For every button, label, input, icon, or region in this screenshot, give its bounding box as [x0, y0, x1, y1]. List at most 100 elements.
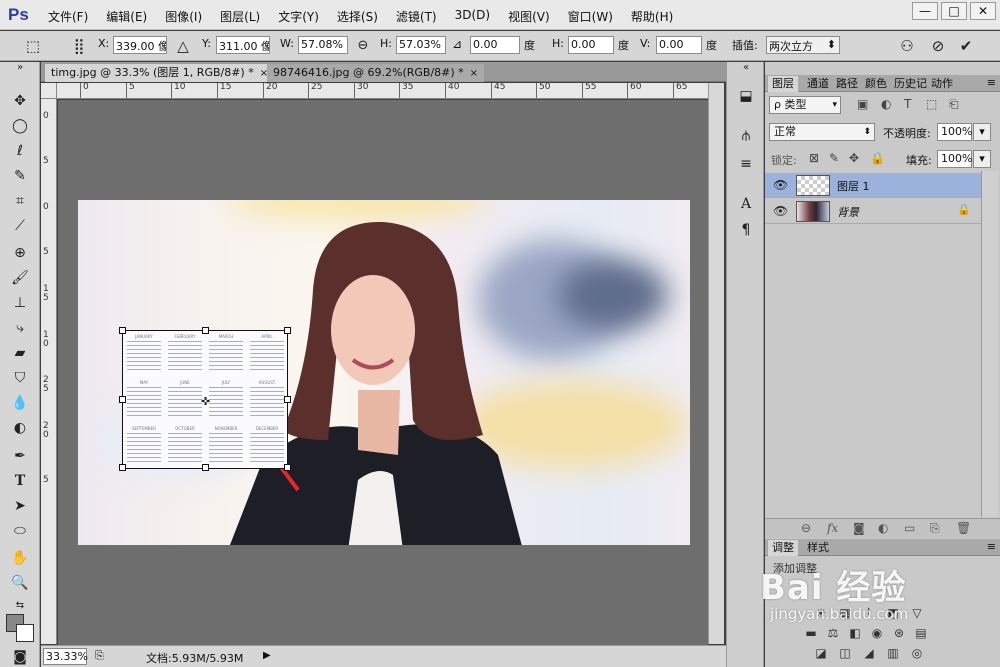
posterize-icon[interactable]: ◫	[837, 646, 853, 660]
interpolation-select[interactable]: 两次立方 ⬍	[766, 36, 840, 54]
transform-handle-bottom-right[interactable]	[284, 464, 291, 471]
shape-tool-icon[interactable]: ⬭	[8, 520, 32, 542]
filter-shape-icon[interactable]: ⬚	[926, 97, 937, 111]
crop-tool-icon[interactable]: ⌗	[8, 190, 32, 212]
transform-center-icon[interactable]: ✜	[201, 395, 210, 408]
paint-bucket-icon[interactable]: ⛉	[8, 367, 32, 389]
transform-handle-right[interactable]	[284, 396, 291, 403]
fill-input[interactable]: 100%	[937, 150, 972, 168]
path-select-icon[interactable]: ➤	[8, 495, 32, 517]
lock-transparency-icon[interactable]: ⊠	[809, 151, 819, 165]
color-balance-icon[interactable]: ⚖	[825, 626, 841, 640]
vskew-input[interactable]: 0.00	[656, 36, 702, 54]
y-position-input[interactable]: 311.00 像	[216, 36, 270, 54]
transform-handle-bottom[interactable]	[202, 464, 209, 471]
tab-adjustments[interactable]: 调整	[768, 540, 798, 556]
hskew-input[interactable]: 0.00	[568, 36, 614, 54]
canvas-scrollbar[interactable]	[708, 83, 724, 644]
opacity-input[interactable]: 100%	[937, 123, 972, 141]
visibility-eye-icon[interactable]: 👁	[773, 204, 788, 218]
tab-close-icon[interactable]: ×	[470, 68, 478, 79]
stamp-tool-icon[interactable]: ⊥	[8, 292, 32, 314]
adjustment-layer-icon[interactable]: ◐	[878, 521, 888, 535]
menu-file[interactable]: 文件(F)	[48, 8, 88, 25]
tab-layers[interactable]: 图层	[768, 76, 798, 92]
layer-name[interactable]: 背景	[837, 204, 859, 220]
calendar-layer[interactable]: JANUARY FEBRUARY MARCH APRIL MAY JUNE JU…	[119, 327, 291, 471]
tab-paths[interactable]: 路径	[832, 76, 862, 92]
transform-handle-left[interactable]	[119, 396, 126, 403]
transform-handle-top-left[interactable]	[119, 327, 126, 334]
delta-icon[interactable]: △	[172, 36, 194, 56]
pen-tool-icon[interactable]: ✒	[8, 445, 32, 467]
panel-menu-icon[interactable]: ≡	[987, 76, 996, 89]
close-button[interactable]: ✕	[970, 2, 996, 20]
commit-transform-icon[interactable]: ✔	[955, 36, 977, 56]
color-lookup-icon[interactable]: ▤	[913, 626, 929, 640]
dodge-tool-icon[interactable]: ◐	[8, 417, 32, 439]
minimize-button[interactable]: —	[912, 2, 938, 20]
menu-select[interactable]: 选择(S)	[337, 8, 378, 25]
menu-3d[interactable]: 3D(D)	[455, 8, 490, 25]
maximize-button[interactable]: □	[941, 2, 967, 20]
link-layers-icon[interactable]: ⊖	[801, 521, 811, 535]
x-position-input[interactable]: 339.00 像	[113, 36, 167, 54]
new-layer-icon[interactable]: ⎘	[930, 521, 940, 536]
lock-all-icon[interactable]: 🔒	[870, 151, 885, 165]
brush-tool-icon[interactable]: 🖌	[8, 267, 32, 289]
quick-mask-icon[interactable]: ◙	[8, 646, 32, 667]
lasso-tool-icon[interactable]: ℓ	[8, 140, 32, 162]
channel-mixer-icon[interactable]: ⊛	[891, 626, 907, 640]
selective-color-icon[interactable]: ◎	[909, 646, 925, 660]
transform-handle-bottom-left[interactable]	[119, 464, 126, 471]
marquee-tool-icon[interactable]: ◯	[8, 115, 32, 137]
tab-channels[interactable]: 通道	[803, 76, 833, 92]
curves-icon[interactable]: ⌇	[861, 606, 877, 620]
blur-tool-icon[interactable]: 💧	[8, 392, 32, 414]
transform-handle-top-right[interactable]	[284, 327, 291, 334]
collapse-icon[interactable]: »	[8, 62, 32, 74]
photo-filter-icon[interactable]: ◉	[869, 626, 885, 640]
fill-dropdown-icon[interactable]: ▾	[973, 150, 991, 168]
layer-filter-select[interactable]: ρ 类型 ▾	[769, 96, 841, 114]
tab-98746416[interactable]: 98746416.jpg @ 69.2%(RGB/8#) * ×	[267, 64, 485, 82]
add-mask-icon[interactable]: ◙	[853, 521, 865, 535]
type-tool-icon[interactable]: T	[8, 470, 32, 492]
zoom-level-input[interactable]: 33.33%	[43, 648, 88, 665]
filter-adjust-icon[interactable]: ◐	[881, 97, 891, 111]
delete-layer-icon[interactable]: 🗑	[956, 521, 971, 535]
3d-panel-icon[interactable]: ⬓	[735, 86, 757, 106]
lock-pixels-icon[interactable]: ✎	[829, 151, 839, 165]
filter-smart-icon[interactable]: ⎗	[949, 97, 959, 112]
filter-pixel-icon[interactable]: ▣	[857, 97, 868, 111]
menu-image[interactable]: 图像(I)	[165, 8, 202, 25]
link-icon[interactable]: ⊖	[352, 36, 374, 56]
levels-icon[interactable]: ▦	[837, 606, 853, 620]
menu-filter[interactable]: 滤镜(T)	[396, 8, 437, 25]
warp-icon[interactable]: ⚇	[896, 36, 918, 56]
vibrance-icon[interactable]: ▽	[909, 606, 925, 620]
width-input[interactable]: 57.08%	[298, 36, 348, 54]
character-panel-icon[interactable]: A	[735, 194, 757, 214]
tab-history[interactable]: 历史记	[890, 76, 931, 92]
transform-tool-icon[interactable]: ⬚	[22, 36, 44, 56]
reference-point-icon[interactable]: ⣿	[68, 36, 90, 56]
black-white-icon[interactable]: ◧	[847, 626, 863, 640]
background-color-swatch[interactable]	[16, 624, 34, 642]
menu-type[interactable]: 文字(Y)	[278, 8, 319, 25]
document-image[interactable]: JANUARY FEBRUARY MARCH APRIL MAY JUNE JU…	[78, 200, 690, 545]
hand-tool-icon[interactable]: ✋	[8, 547, 32, 569]
menu-view[interactable]: 视图(V)	[508, 8, 550, 25]
eyedropper-tool-icon[interactable]: ⟋	[8, 215, 32, 237]
status-arrow-icon[interactable]: ▶	[263, 650, 271, 661]
new-group-icon[interactable]: ▭	[904, 521, 915, 535]
paragraph-panel-icon[interactable]: ¶	[735, 220, 757, 240]
filter-type-icon[interactable]: T	[904, 97, 911, 111]
ruler-origin[interactable]	[41, 83, 57, 99]
menu-help[interactable]: 帮助(H)	[631, 8, 673, 25]
cancel-transform-icon[interactable]: ⊘	[927, 36, 949, 56]
layer-style-icon[interactable]: fx	[827, 521, 838, 535]
brush-panel-icon[interactable]: ⫛	[735, 126, 757, 146]
quick-select-tool-icon[interactable]: ✎	[8, 165, 32, 187]
visibility-eye-icon[interactable]: 👁	[773, 178, 788, 192]
